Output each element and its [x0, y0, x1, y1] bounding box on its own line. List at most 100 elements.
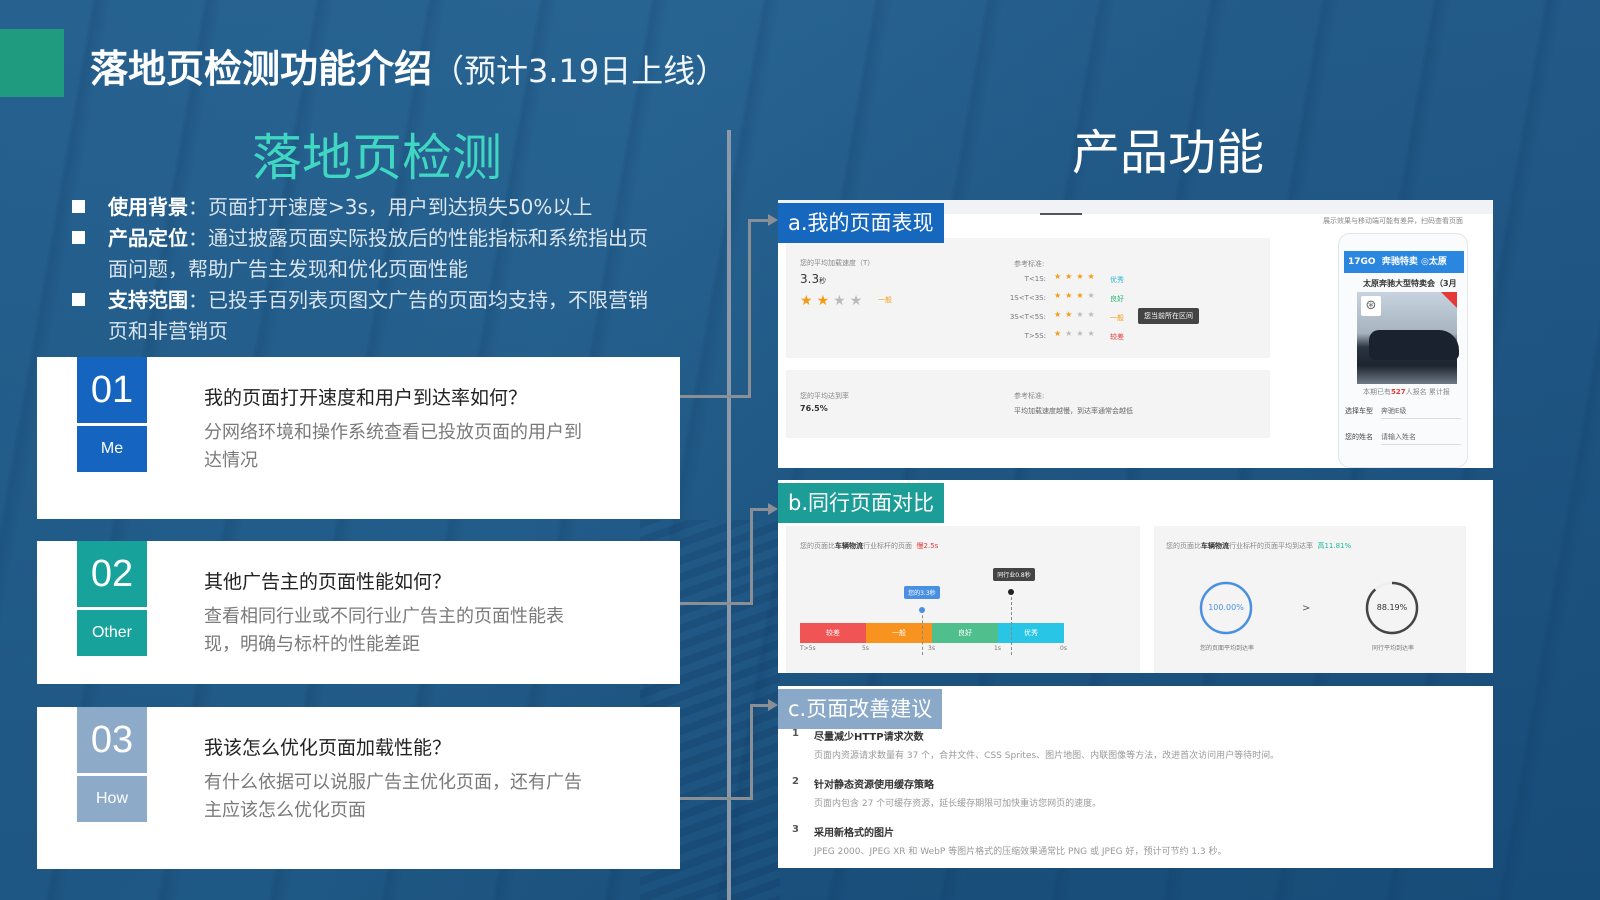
card-question: 其他广告主的页面性能如何？ — [204, 571, 452, 593]
panel-my-page-performance: 展示效果与移动端可能有差异，扫码查看页面 a.我的页面表现 您的平均加载速度（T… — [778, 200, 1493, 468]
star-empty-icon: ★ — [1087, 329, 1095, 338]
reference-level: 较差 — [1110, 333, 1124, 341]
reference-stars: ★ ★ ★ ★ — [1054, 330, 1099, 338]
industry-marker-line — [1011, 592, 1013, 655]
suggestion-desc: 页面内资源请求数量有 37 个，合并文件、CSS Sprites、图片地图、内联… — [814, 751, 1280, 761]
suggestion-title: 尽量减少HTTP请求次数 — [814, 732, 924, 743]
connector-line — [748, 219, 770, 222]
card-tag: How — [77, 776, 147, 822]
cmp-diff: 高11.81% — [1317, 542, 1352, 550]
field-value[interactable]: 奔驰E级 — [1381, 406, 1461, 419]
star-filled-icon: ★ — [1054, 329, 1062, 338]
my-marker-line — [922, 610, 924, 655]
speed-rating-label: 一般 — [878, 296, 892, 304]
speed-compare-text: 您的页面比车辆物流行业标杆的页面 慢2.5s — [800, 541, 938, 551]
star-filled-icon: ★ — [1054, 272, 1062, 281]
axis-tick-label: T>5s — [800, 645, 816, 652]
bullet-item: 产品定位：通过披露页面实际投放后的性能指标和系统指出页面问题，帮助广告主发现和优… — [70, 223, 660, 285]
slide-title: 落地页检测功能介绍（预计3.19日上线） — [90, 38, 727, 93]
star-filled-icon: ★ — [1076, 272, 1084, 281]
feature-card-me: 01 Me 我的页面打开速度和用户到达率如何？ 分网络环境和操作系统查看已投放页… — [37, 357, 680, 519]
car-model-field[interactable]: 选择车型 奔驰E级 — [1345, 406, 1467, 419]
reference-stars: ★ ★ ★ ★ — [1054, 311, 1099, 319]
connector-line — [680, 797, 752, 800]
speed-segment: 较差 — [800, 623, 866, 643]
reference-title: 参考标准: — [1014, 260, 1045, 268]
axis-tick-label: 5s — [862, 645, 869, 652]
current-range-tooltip: 您当前所在区间 — [1138, 308, 1199, 324]
count-prefix: 本期已有 — [1363, 388, 1391, 396]
star-empty-icon: ★ — [1087, 310, 1095, 319]
card-number: 01 — [77, 357, 147, 423]
rate-value: 76.5% — [800, 404, 828, 413]
card-description: 有什么依据可以说服广告主优化页面，还有广告主应该怎么优化页面 — [204, 772, 582, 821]
phone-header-bar: 17GO 奔驰特卖 ◎太原 — [1344, 251, 1464, 273]
reference-row: 3S<T<5S: ★ ★ ★ ★ 一般 — [1010, 311, 1138, 325]
industry-name: 车辆物流 — [835, 542, 863, 550]
speed-star-rating: ★ ★ ★ ★ — [800, 290, 866, 309]
signup-count: 本期已有527人报名 累计报 — [1363, 387, 1450, 397]
star-empty-icon: ★ — [1076, 329, 1084, 338]
star-filled-icon: ★ — [1065, 272, 1073, 281]
car-shape — [1369, 330, 1459, 360]
star-empty-icon: ★ — [1087, 291, 1095, 300]
suggestion-desc: JPEG 2000、JPEG XR 和 WebP 等图片格式的压缩效果通常比 P… — [814, 847, 1227, 857]
axis-tick-label: 3s — [928, 645, 935, 652]
industry-speed-marker: 同行业0.8秒 — [993, 568, 1035, 581]
card-description: 查看相同行业或不同行业广告主的页面性能表现，明确与标杆的性能差距 — [204, 606, 564, 655]
card-number: 03 — [77, 707, 147, 773]
field-label: 选择车型 — [1345, 407, 1373, 415]
connector-line — [750, 508, 770, 511]
rate-compare-text: 您的页面比车辆物流行业标杆的页面平均到达率 高11.81% — [1166, 541, 1351, 551]
reference-text: 平均加载速度越慢，到达率通常会越低 — [1014, 407, 1133, 415]
panel-label: b.同行页面对比 — [778, 483, 945, 523]
slide-title-subtitle: （预计3.19日上线） — [432, 52, 728, 90]
star-filled-icon: ★ — [1087, 272, 1095, 281]
reference-condition: T<1S: — [1024, 275, 1046, 283]
cmp-prefix: 您的页面比 — [800, 542, 835, 550]
field-label: 您的姓名 — [1345, 433, 1373, 441]
star-filled-icon: ★ — [1076, 291, 1084, 300]
suggestion-number: 3 — [792, 824, 799, 835]
suggestion-number: 1 — [792, 728, 799, 739]
suggestion-title: 采用新格式的图片 — [814, 828, 894, 839]
peer-rate-label: 同行平均到达率 — [1372, 645, 1415, 652]
arrow-icon — [768, 699, 778, 711]
slide-title-main: 落地页检测功能介绍 — [90, 47, 433, 91]
bullet-item: 支持范围：已投手百列表页图文广告的页面均支持，不限营销页和非营销页 — [70, 285, 660, 347]
reference-condition: T>5S: — [1024, 332, 1046, 340]
active-tab-indicator — [1040, 213, 1082, 215]
speed-number: 3.3 — [800, 272, 820, 286]
panel-label: a.我的页面表现 — [778, 203, 944, 243]
bullet-list: 使用背景：页面打开速度>3s，用户到达损失50%以上 产品定位：通过披露页面实际… — [70, 192, 660, 347]
card-description: 分网络环境和操作系统查看已投放页面的用户到达情况 — [204, 422, 582, 471]
header-accent-block — [0, 29, 64, 97]
star-filled-icon: ★ — [1065, 291, 1073, 300]
phone-page-title: 太原奔驰大型特卖会（3月 — [1363, 279, 1457, 288]
speed-segment: 优秀 — [998, 623, 1064, 643]
reference-row: T>5S: ★ ★ ★ ★ 较差 — [1018, 330, 1138, 344]
left-section-heading: 落地页检测 — [252, 129, 502, 187]
card-number: 02 — [77, 541, 147, 607]
connector-line — [680, 602, 752, 605]
reference-condition: 1S<T<3S: — [1009, 294, 1046, 302]
star-empty-icon: ★ — [1076, 310, 1084, 319]
reference-level: 一般 — [1110, 314, 1124, 322]
star-empty-icon: ★ — [1065, 329, 1073, 338]
field-value[interactable]: 请输入姓名 — [1381, 432, 1461, 445]
cmp-diff: 慢2.5s — [916, 542, 939, 550]
cmp-prefix: 您的页面比 — [1166, 542, 1201, 550]
rate-label: 您的平均达到率 — [800, 392, 849, 400]
bullet-text: ：页面打开速度>3s，用户到达损失50%以上 — [188, 195, 593, 219]
preview-note: 展示效果与移动端可能有差异，扫码查看页面 — [1323, 217, 1463, 225]
compare-symbol: > — [1302, 603, 1311, 614]
reference-title: 参考标准: — [1014, 392, 1045, 400]
cmp-mid: 行业标杆的页面 — [863, 542, 912, 550]
square-bullet-icon — [72, 293, 85, 306]
speed-unit: 秒 — [819, 277, 827, 285]
star-filled-icon: ★ — [1054, 291, 1062, 300]
suggestion-title: 针对静态资源使用缓存策略 — [814, 780, 934, 791]
card-question: 我的页面打开速度和用户到达率如何？ — [204, 387, 528, 409]
name-field[interactable]: 您的姓名 请输入姓名 — [1345, 432, 1467, 445]
speed-segment: 良好 — [932, 623, 998, 643]
